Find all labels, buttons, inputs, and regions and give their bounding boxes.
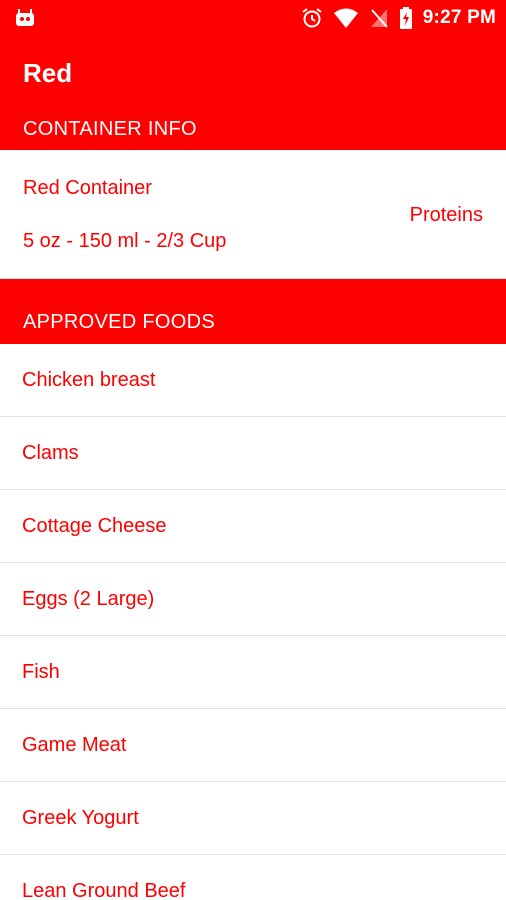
food-item-label: Lean Ground Beef: [22, 880, 186, 900]
container-size: 5 oz - 150 ml - 2/3 Cup: [23, 230, 227, 252]
battery-charging-icon: [399, 7, 412, 29]
container-category: Proteins: [409, 204, 483, 226]
food-item-game-meat[interactable]: Game Meat: [0, 709, 506, 782]
food-list: Chicken breast Clams Cottage Cheese Eggs…: [0, 344, 506, 900]
food-item-label: Greek Yogurt: [22, 807, 139, 829]
status-bar: 9:27 PM: [0, 0, 506, 36]
alarm-icon: [302, 8, 322, 28]
android-debug-icon: [16, 9, 34, 26]
container-name: Red Container: [23, 177, 152, 199]
wifi-icon: [333, 8, 358, 28]
container-info-card: Red Container 5 oz - 150 ml - 2/3 Cup Pr…: [0, 150, 506, 279]
no-signal-icon: [370, 9, 388, 28]
screen: 9:27 PM Red CONTAINER INFO Red Container…: [0, 0, 506, 900]
page-title: Red: [23, 58, 73, 88]
food-item-lean-ground-beef[interactable]: Lean Ground Beef: [0, 855, 506, 900]
food-item-label: Cottage Cheese: [22, 515, 167, 537]
food-item-fish[interactable]: Fish: [0, 636, 506, 709]
food-item-label: Eggs (2 Large): [22, 588, 155, 610]
food-item-label: Chicken breast: [22, 369, 156, 391]
food-item-label: Game Meat: [22, 734, 127, 756]
food-item-chicken-breast[interactable]: Chicken breast: [0, 344, 506, 417]
food-item-eggs[interactable]: Eggs (2 Large): [0, 563, 506, 636]
approved-foods-header: APPROVED FOODS: [23, 311, 216, 333]
container-info-header: CONTAINER INFO: [23, 118, 197, 140]
food-item-clams[interactable]: Clams: [0, 417, 506, 490]
app-bar: Red CONTAINER INFO: [0, 36, 506, 150]
food-item-cottage-cheese[interactable]: Cottage Cheese: [0, 490, 506, 563]
food-item-label: Clams: [22, 442, 79, 464]
status-icons: 9:27 PM: [301, 6, 496, 30]
food-item-label: Fish: [22, 661, 60, 683]
status-time: 9:27 PM: [422, 7, 496, 28]
approved-foods-header-bar: APPROVED FOODS: [0, 279, 506, 344]
food-item-greek-yogurt[interactable]: Greek Yogurt: [0, 782, 506, 855]
